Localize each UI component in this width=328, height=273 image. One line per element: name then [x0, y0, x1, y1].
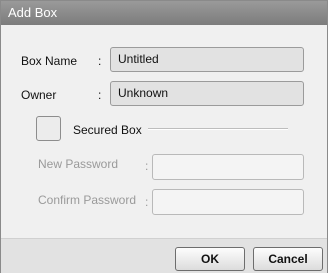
cancel-button[interactable]: Cancel: [253, 247, 323, 271]
dialog-title-bar[interactable]: Add Box: [1, 1, 327, 25]
secured-box-label[interactable]: Secured Box: [73, 123, 142, 137]
new-password-field[interactable]: [152, 154, 304, 180]
dialog-title: Add Box: [8, 5, 58, 20]
box-name-colon: :: [98, 54, 102, 68]
owner-colon: :: [98, 88, 102, 102]
confirm-password-field[interactable]: [152, 189, 304, 215]
new-password-label: New Password: [38, 157, 119, 171]
secured-box-separator: [148, 128, 288, 130]
box-name-field[interactable]: Untitled: [110, 47, 304, 72]
confirm-password-colon: :: [145, 195, 149, 209]
dialog-footer: OK Cancel: [1, 238, 327, 273]
new-password-colon: :: [145, 159, 149, 173]
owner-label: Owner: [21, 88, 57, 102]
add-box-dialog: Add Box Box Name : Untitled Owner : Unkn…: [0, 0, 328, 273]
confirm-password-label: Confirm Password: [38, 193, 137, 207]
owner-field[interactable]: Unknown: [110, 81, 304, 106]
ok-button[interactable]: OK: [175, 247, 245, 271]
box-name-label: Box Name: [21, 54, 78, 68]
secured-box-checkbox[interactable]: [36, 116, 61, 141]
